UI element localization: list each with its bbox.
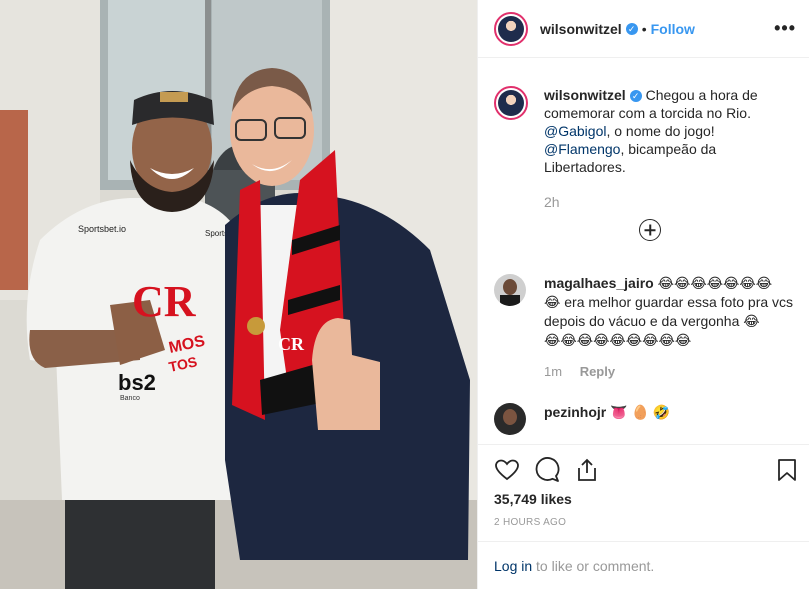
comment-item: magalhaes_jairo 😂😂😂😂😂😂😂 😂 era melhor gua… (494, 274, 794, 379)
share-icon[interactable] (574, 457, 600, 483)
comment-icon[interactable] (534, 457, 560, 483)
more-options-icon[interactable]: ••• (774, 18, 796, 39)
post-panel: wilsonwitzel ✓ • Follow ••• wilsonwitzel… (477, 0, 809, 589)
bookmark-icon[interactable] (774, 457, 800, 483)
comment-emoji-head: 😂😂😂😂😂😂😂 (657, 275, 773, 291)
mention-flamengo[interactable]: @Flamengo (544, 141, 620, 157)
login-prompt-text: to like or comment. (532, 558, 655, 574)
comment-item: pezinhojr 👅 🥚 🤣 (494, 403, 794, 435)
commenter-avatar[interactable] (494, 403, 526, 435)
caption-avatar[interactable] (494, 86, 528, 120)
caption-time[interactable]: 2h (544, 194, 794, 210)
comment-meta: 1m Reply (544, 364, 794, 379)
post-photo[interactable]: CR MOS TOS Sportsbet.io Sportsbet.io bs2… (0, 0, 477, 589)
post-timestamp[interactable]: 2 HOURS AGO (494, 517, 566, 528)
separator: • (641, 20, 647, 37)
comment-body: 👅 🥚 🤣 (610, 404, 671, 420)
login-link[interactable]: Log in (494, 558, 532, 574)
comment-text: magalhaes_jairo 😂😂😂😂😂😂😂 😂 era melhor gua… (544, 274, 794, 350)
verified-icon: ✓ (625, 22, 638, 35)
svg-text:CR: CR (132, 277, 197, 326)
commenter-username[interactable]: magalhaes_jairo (544, 275, 654, 291)
post-header: wilsonwitzel ✓ • Follow ••• (478, 0, 809, 58)
reply-button[interactable]: Reply (580, 364, 615, 379)
comment-emoji-line: 😂😂😂😂😂😂😂😂😂 (544, 332, 692, 348)
commenter-avatar[interactable] (494, 274, 526, 306)
verified-icon: ✓ (629, 90, 642, 102)
author-avatar[interactable] (494, 11, 528, 46)
caption-body-2: , o nome do jogo! (606, 123, 715, 139)
svg-text:CR: CR (278, 334, 305, 354)
caption: wilsonwitzel ✓ Chegou a hora de comemorar… (494, 86, 794, 210)
svg-text:Sportsbet.io: Sportsbet.io (78, 224, 126, 234)
comment-text: pezinhojr 👅 🥚 🤣 (544, 403, 794, 422)
svg-text:bs2: bs2 (118, 370, 156, 395)
load-more-comments-icon[interactable] (639, 219, 661, 241)
comment-emoji-lead: 😂 (544, 294, 561, 310)
photo-illustration: CR MOS TOS Sportsbet.io Sportsbet.io bs2… (0, 0, 477, 589)
login-prompt: Log in to like or comment. (478, 541, 809, 590)
comment-emoji-tail: 😂 (743, 313, 760, 329)
follow-button[interactable]: Follow (651, 21, 695, 37)
author-username[interactable]: wilsonwitzel (540, 21, 622, 37)
caption-text: wilsonwitzel ✓ Chegou a hora de comemorar… (544, 86, 794, 176)
commenter-username[interactable]: pezinhojr (544, 404, 606, 420)
heart-icon[interactable] (494, 457, 520, 483)
likes-count[interactable]: 35,749 likes (494, 491, 572, 507)
caption-username[interactable]: wilsonwitzel (544, 87, 626, 103)
action-bar: 35,749 likes 2 HOURS AGO Log in to like … (478, 444, 809, 590)
svg-text:Banco: Banco (120, 395, 140, 402)
comment-time[interactable]: 1m (544, 364, 562, 379)
mention-gabigol[interactable]: @Gabigol (544, 123, 606, 139)
